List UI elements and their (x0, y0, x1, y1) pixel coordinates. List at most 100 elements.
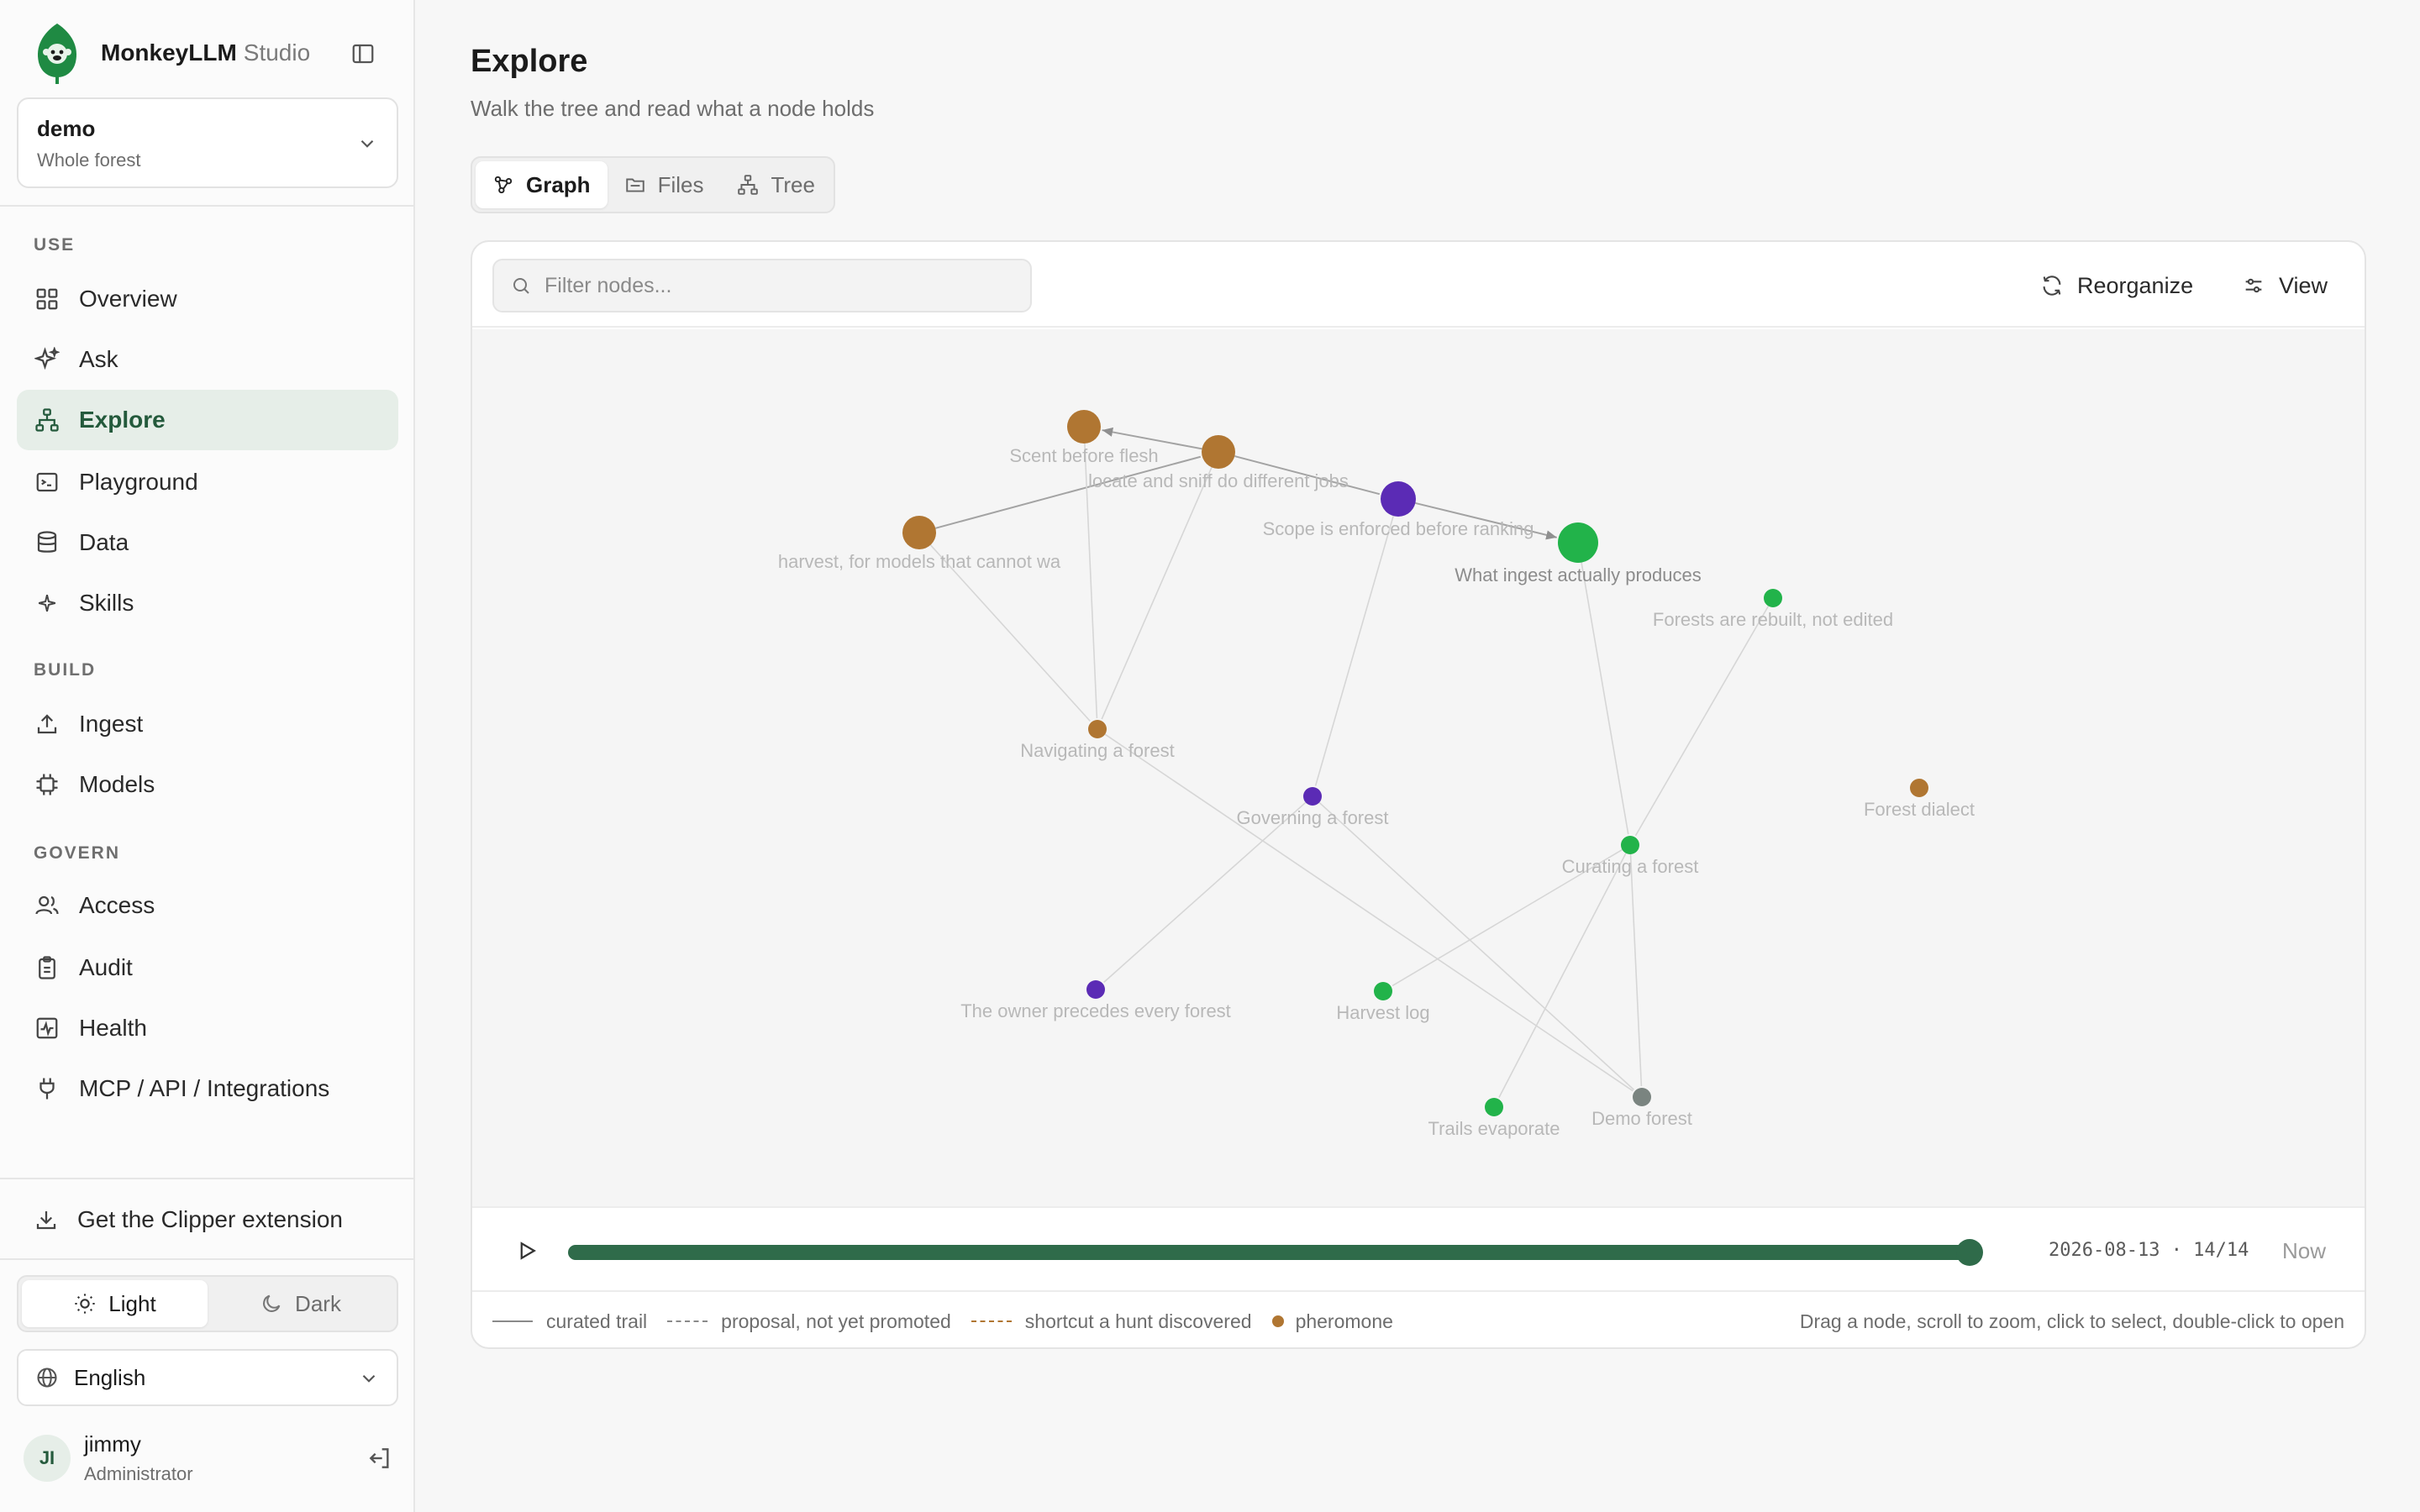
clipper-label: Get the Clipper extension (77, 1206, 343, 1232)
graph-node-governing[interactable] (1303, 787, 1322, 806)
graph-node-label: Scent before flesh (1009, 445, 1158, 466)
sidebar-item-health[interactable]: Health (17, 998, 398, 1058)
graph-svg[interactable]: Scent before flesh locate and sniff do di… (472, 329, 2366, 1206)
hierarchy-icon (34, 407, 60, 433)
user-role: Administrator (84, 1463, 193, 1484)
graph-node-demo[interactable] (1633, 1088, 1651, 1106)
sidebar-item-data[interactable]: Data (17, 512, 398, 573)
monkey-leaf-logo-icon (37, 24, 77, 84)
user-profile: JI jimmy Administrator (24, 1430, 393, 1488)
graph-node-curating[interactable] (1621, 836, 1639, 854)
terminal-icon (34, 469, 60, 496)
graph-node-label: harvest, for models that cannot wa (778, 551, 1061, 572)
moon-icon (260, 1292, 283, 1315)
reorganize-button[interactable]: Reorganize (2040, 262, 2193, 309)
users-icon (34, 892, 60, 919)
graph-node-label: Scope is enforced before ranking (1263, 518, 1534, 539)
solid-line-icon (492, 1320, 533, 1322)
sidebar-item-explore[interactable]: Explore (17, 390, 398, 450)
graph-node-rebuilt[interactable] (1764, 589, 1782, 607)
language-select[interactable]: English (17, 1349, 398, 1406)
star-icon (34, 590, 60, 617)
theme-light-label: Light (108, 1290, 156, 1316)
plug-icon (34, 1075, 60, 1102)
graph-edge (1314, 515, 1394, 786)
divider (0, 1178, 415, 1179)
sidebar-item-label: Ask (79, 346, 118, 372)
clipper-extension-link[interactable]: Get the Clipper extension (17, 1189, 398, 1250)
graph-node-label: Trails evaporate (1428, 1118, 1560, 1139)
pheromone-dot-icon (1271, 1315, 1284, 1327)
graph-node-navigating[interactable] (1088, 720, 1107, 738)
workspace-selector[interactable]: demo Whole forest (17, 97, 398, 188)
sidebar-item-skills[interactable]: Skills (17, 573, 398, 633)
timeline-slider[interactable] (568, 1245, 1970, 1260)
chevron-down-icon (360, 139, 374, 148)
graph-panel: Reorganize View Scent before flesh locate… (471, 240, 2366, 1349)
view-label: View (2279, 272, 2328, 298)
logout-icon[interactable] (366, 1445, 393, 1472)
graph-node-dialect[interactable] (1910, 779, 1928, 797)
sidebar-item-playground[interactable]: Playground (17, 452, 398, 512)
sidebar-item-integrations[interactable]: MCP / API / Integrations (17, 1058, 398, 1119)
graph-node-label: Harvest log (1336, 1002, 1429, 1023)
graph-node-scent[interactable] (1067, 410, 1101, 444)
graph-node-locate[interactable] (1202, 435, 1235, 469)
graph-legend: curated trail proposal, not yet promoted… (472, 1294, 2365, 1347)
sidebar-item-models[interactable]: Models (17, 754, 398, 815)
graph-toolbar: Reorganize View (472, 242, 2365, 328)
sidebar-item-audit[interactable]: Audit (17, 937, 398, 998)
graph-canvas[interactable]: Scent before flesh locate and sniff do di… (472, 329, 2366, 1206)
filter-field[interactable] (492, 259, 1032, 312)
tab-label: Tree (771, 171, 815, 197)
timeline-thumb[interactable] (1956, 1239, 1983, 1266)
theme-dark-button[interactable]: Dark (208, 1280, 393, 1327)
page-subtitle: Walk the tree and read what a node holds (471, 96, 875, 121)
sidebar-item-label: Access (79, 892, 155, 918)
upload-icon (34, 711, 60, 738)
graph-node-trails[interactable] (1485, 1098, 1503, 1116)
sidebar-item-access[interactable]: Access (17, 875, 398, 936)
graph-edge (1498, 853, 1627, 1098)
graph-edge (1103, 801, 1307, 983)
sidebar-item-label: Explore (79, 407, 166, 433)
language-label: English (74, 1364, 146, 1390)
graph-icon (492, 174, 514, 196)
tab-tree[interactable]: Tree (720, 161, 832, 208)
download-icon (36, 1211, 56, 1230)
avatar[interactable]: JI (24, 1435, 71, 1482)
filter-input[interactable] (544, 273, 1015, 298)
sidebar-toggle-button[interactable] (348, 39, 378, 69)
sidebar-item-ingest[interactable]: Ingest (17, 694, 398, 754)
graph-node-harvestlog[interactable] (1374, 982, 1392, 1000)
tab-files[interactable]: Files (608, 161, 721, 208)
graph-node-label: The owner precedes every forest (960, 1000, 1231, 1021)
sliders-icon (2242, 274, 2265, 297)
legend-curated: curated trail (492, 1310, 647, 1333)
graph-edge (1629, 853, 1643, 1087)
dashed-line-icon (667, 1320, 708, 1322)
refresh-icon (2040, 274, 2064, 297)
tab-graph[interactable]: Graph (476, 161, 608, 208)
divider (0, 1258, 415, 1260)
graph-node-harvest[interactable] (902, 516, 936, 549)
brand[interactable]: MonkeyLLM Studio (34, 22, 310, 84)
graph-node-owner[interactable] (1086, 980, 1105, 999)
theme-toggle: Light Dark (17, 1275, 398, 1332)
sidebar-item-label: MCP / API / Integrations (79, 1075, 330, 1101)
cpu-icon (34, 771, 60, 798)
view-button[interactable]: View (2242, 262, 2328, 309)
timeline-date: 2026-08-13 · 14/14 (2049, 1240, 2249, 1261)
timeline-now-button[interactable]: Now (2282, 1238, 2326, 1264)
sidebar-item-overview[interactable]: Overview (17, 269, 398, 329)
legend-label: shortcut a hunt discovered (1024, 1310, 1252, 1332)
play-icon[interactable] (514, 1238, 539, 1263)
page-title: Explore (471, 44, 588, 79)
sidebar-item-label: Audit (79, 954, 133, 980)
sparkle-icon (34, 346, 60, 373)
graph-edge (1581, 562, 1629, 835)
graph-node-ingest[interactable] (1558, 522, 1598, 563)
theme-light-button[interactable]: Light (22, 1280, 208, 1327)
graph-node-scope[interactable] (1381, 481, 1416, 517)
sidebar-item-ask[interactable]: Ask (17, 329, 398, 390)
